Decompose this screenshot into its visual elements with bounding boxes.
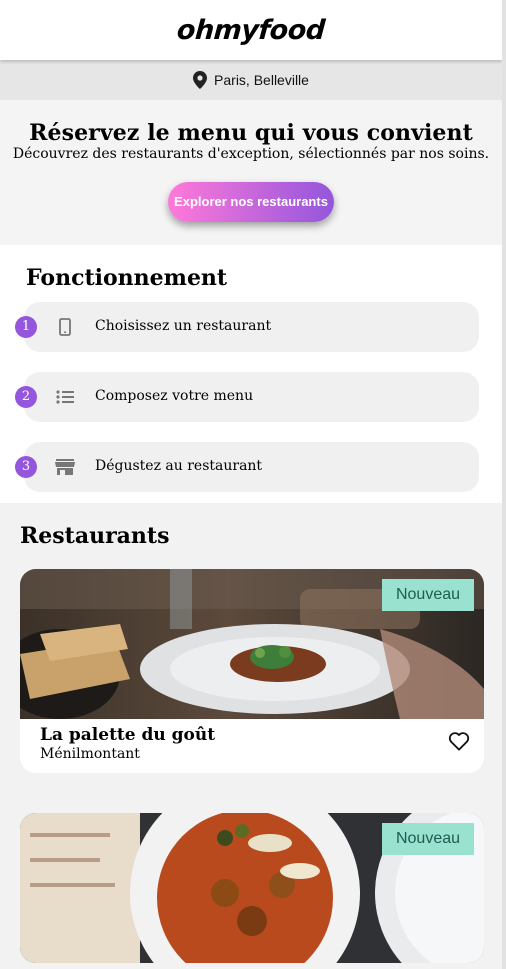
map-pin-icon: [193, 71, 208, 89]
restaurant-photo: Nouveau: [20, 569, 484, 719]
step-number: 1: [15, 316, 37, 338]
list-icon: [54, 387, 76, 407]
new-badge: Nouveau: [382, 579, 474, 611]
app-header: ohmyfood: [0, 0, 502, 60]
step-number: 3: [15, 456, 37, 478]
explore-restaurants-button[interactable]: Explorer nos restaurants: [168, 182, 334, 222]
step-item: 2 Composez votre menu: [15, 372, 479, 422]
location-text: Paris, Belleville: [214, 72, 309, 88]
restaurants-section: Restaurants Nouveau La palette du goût M…: [0, 503, 502, 969]
restaurant-card[interactable]: Nouveau: [20, 813, 484, 963]
section-title: Fonctionnement: [26, 265, 228, 291]
store-icon: [54, 457, 76, 477]
step-item: 3 Dégustez au restaurant: [15, 442, 479, 492]
logo[interactable]: ohmyfood: [176, 15, 326, 46]
restaurant-area: Ménilmontant: [40, 746, 140, 762]
step-number: 2: [15, 386, 37, 408]
scrollbar-track: [502, 0, 506, 969]
how-it-works-section: Fonctionnement 1 Choisissez un restauran…: [0, 245, 502, 503]
hero-title: Réservez le menu qui vous convient: [29, 120, 473, 146]
step-item: 1 Choisissez un restaurant: [15, 302, 479, 352]
smartphone-icon: [54, 317, 76, 337]
location-bar: Paris, Belleville: [0, 60, 502, 100]
step-label: Composez votre menu: [95, 388, 254, 404]
restaurant-photo: Nouveau: [20, 813, 484, 963]
restaurant-card[interactable]: Nouveau La palette du goût Ménilmontant: [20, 569, 484, 773]
step-label: Choisissez un restaurant: [95, 318, 272, 334]
hero-section: Réservez le menu qui vous convient Décou…: [0, 100, 502, 245]
new-badge: Nouveau: [382, 823, 474, 855]
section-title: Restaurants: [20, 523, 170, 549]
restaurant-name: La palette du goût: [40, 725, 216, 745]
heart-icon[interactable]: [448, 731, 470, 751]
hero-subtitle: Découvrez des restaurants d'exception, s…: [12, 146, 490, 162]
step-label: Dégustez au restaurant: [95, 458, 263, 474]
